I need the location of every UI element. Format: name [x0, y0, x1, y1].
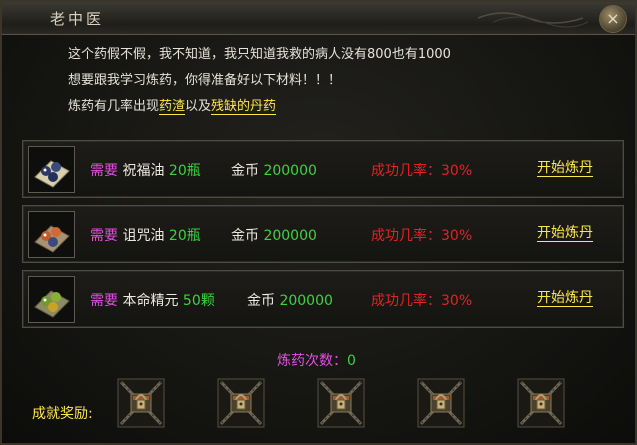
locked-chest-icon[interactable]	[117, 378, 165, 428]
recipe-requirement: 需要 本命精元 50颗	[90, 290, 215, 310]
curse-oil-icon	[34, 225, 70, 253]
success-rate: 成功几率：30%	[371, 160, 472, 180]
achievement-label: 成就奖励:	[32, 406, 93, 422]
locked-chest-icon[interactable]	[417, 378, 465, 428]
intro-line-3-mid: 以及	[185, 99, 212, 114]
recipe-row-blessing: 需要 祝福油 20瓶 金币 200000 成功几率：30% 开始炼丹	[22, 140, 624, 198]
start-alchemy-button[interactable]: 开始炼丹	[537, 160, 593, 177]
intro-line-3-prefix: 炼药有几率出现	[68, 99, 160, 114]
rate-value: 30%	[441, 163, 473, 179]
rate-label: 成功几率：	[371, 228, 441, 244]
rate-value: 30%	[441, 293, 473, 309]
locked-chest-icon[interactable]	[517, 378, 565, 428]
counter-label: 炼药次数：	[277, 353, 347, 369]
blessing-oil-icon	[34, 160, 70, 188]
currency-label: 金币	[231, 163, 259, 179]
need-label: 需要	[90, 293, 118, 309]
currency-label: 金币	[231, 228, 259, 244]
item-quantity: 20瓶	[168, 163, 201, 179]
item-quantity: 50颗	[182, 293, 215, 309]
broken-pill-link[interactable]: 残缺的丹药	[211, 99, 277, 115]
currency-label: 金币	[247, 293, 275, 309]
window-title: 老中医	[50, 10, 105, 28]
success-rate: 成功几率：30%	[371, 225, 472, 245]
intro-text: 这个药假不假，我不知道，我只知道我救的病人没有800也有1000 想要跟我学习炼…	[68, 42, 451, 120]
item-slot[interactable]	[28, 276, 75, 323]
recipe-cost: 金币 200000	[231, 160, 317, 180]
start-alchemy-button[interactable]: 开始炼丹	[537, 225, 593, 242]
title-bar[interactable]: 老中医 ×	[2, 2, 635, 35]
recipe-cost: 金币 200000	[247, 290, 333, 310]
recipe-row-curse: 需要 诅咒油 20瓶 金币 200000 成功几率：30% 开始炼丹	[22, 205, 624, 263]
recipe-requirement: 需要 祝福油 20瓶	[90, 160, 201, 180]
success-rate: 成功几率：30%	[371, 290, 472, 310]
item-name: 本命精元	[122, 293, 179, 309]
item-slot[interactable]	[28, 146, 75, 193]
counter-value: 0	[347, 353, 356, 369]
life-essence-icon	[34, 290, 70, 318]
item-name: 祝福油	[122, 163, 165, 179]
alchemy-counter: 炼药次数：0	[277, 350, 356, 370]
item-quantity: 20瓶	[168, 228, 201, 244]
locked-chest-icon[interactable]	[217, 378, 265, 428]
intro-line-3: 炼药有几率出现药渣以及残缺的丹药	[68, 94, 451, 120]
alchemy-window: 老中医 × 这个药假不假，我不知道，我只知道我救的病人没有800也有1000 想…	[0, 0, 637, 445]
recipe-row-essence: 需要 本命精元 50颗 金币 200000 成功几率：30% 开始炼丹	[22, 270, 624, 328]
rate-label: 成功几率：	[371, 293, 441, 309]
recipe-requirement: 需要 诅咒油 20瓶	[90, 225, 201, 245]
rate-value: 30%	[441, 228, 473, 244]
start-alchemy-button[interactable]: 开始炼丹	[537, 290, 593, 307]
close-button[interactable]: ×	[599, 5, 627, 33]
need-label: 需要	[90, 163, 118, 179]
recipe-cost: 金币 200000	[231, 225, 317, 245]
need-label: 需要	[90, 228, 118, 244]
cost-value: 200000	[263, 163, 317, 179]
locked-chest-icon[interactable]	[317, 378, 365, 428]
cost-value: 200000	[279, 293, 333, 309]
cost-value: 200000	[263, 228, 317, 244]
residue-link[interactable]: 药渣	[159, 99, 186, 115]
intro-line-2: 想要跟我学习炼药，你得准备好以下材料！！！	[68, 73, 342, 88]
item-slot[interactable]	[28, 211, 75, 258]
rate-label: 成功几率：	[371, 163, 441, 179]
title-ornament	[477, 12, 589, 28]
item-name: 诅咒油	[122, 228, 165, 244]
intro-line-1: 这个药假不假，我不知道，我只知道我救的病人没有800也有1000	[68, 47, 451, 62]
